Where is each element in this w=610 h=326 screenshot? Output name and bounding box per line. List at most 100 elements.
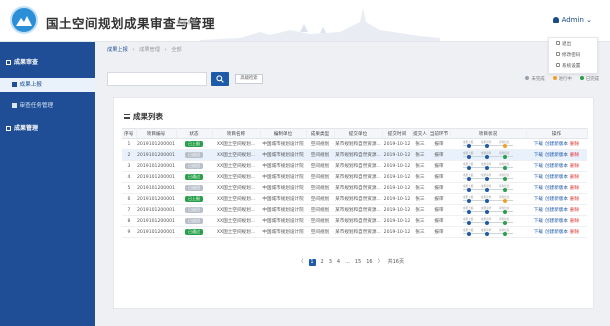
progress-node-icon [467, 220, 471, 225]
progress-node-icon [467, 143, 471, 148]
new-version-link[interactable]: 创建新版本 [545, 208, 568, 213]
breadcrumb-item[interactable]: 成果上报 [107, 47, 128, 53]
page-number[interactable]: 2 [321, 259, 324, 265]
table-row[interactable]: 1 2019101200001 已上报 XX国土空间规划... 中国城市规划设计院 空间规… [122, 138, 587, 150]
column-header: 操作 [526, 128, 588, 139]
new-version-link[interactable]: 创建新版本 [545, 153, 568, 158]
delete-link[interactable]: 删除 [570, 219, 579, 224]
progress-cell: 成果上报 成果审查 审查结论 [450, 204, 526, 216]
legend-item: 未完成 [525, 76, 545, 82]
gear-icon [556, 63, 560, 67]
table-row[interactable]: 6 2019101200001 已上报 XX国土空间规划... 中国城市规划设计院 空间规… [122, 193, 587, 205]
progress-label: 审查结论 [499, 184, 510, 188]
breadcrumb-item[interactable]: 成果管理 [139, 47, 160, 53]
sidebar-group-review[interactable]: 成果审查 [0, 56, 95, 70]
progress-node-icon [485, 176, 489, 181]
new-version-link[interactable]: 创建新版本 [545, 142, 568, 147]
column-header: 项目编号 [136, 128, 177, 139]
submit-date-cell: 2019-10-12 [382, 160, 412, 172]
user-menu[interactable]: Admin ⌄ [552, 16, 592, 24]
pagination: 〈 1 2 3 4... 15 16 〉共16页 [0, 258, 610, 266]
new-version-link[interactable]: 创建新版本 [545, 164, 568, 169]
table-row[interactable]: 5 2019101200001 已退回 XX国土空间规划... 中国城市规划设计院 空间规… [122, 182, 587, 194]
download-link[interactable]: 下载 [534, 153, 543, 158]
download-link[interactable]: 下载 [534, 208, 543, 213]
progress-cell: 成果上报 成果审查 审查结论 [450, 171, 526, 183]
delete-link[interactable]: 删除 [570, 175, 579, 180]
column-header: 状态 [176, 128, 213, 139]
page-number[interactable]: 15 [355, 259, 361, 265]
breadcrumb-item[interactable]: 全部 [171, 47, 181, 53]
page-number[interactable]: 3 [329, 259, 332, 265]
download-link[interactable]: 下载 [534, 197, 543, 202]
progress-node-icon [503, 165, 507, 170]
progress-cell: 成果上报 成果审查 审查结论 [450, 226, 526, 238]
new-version-link[interactable]: 创建新版本 [545, 219, 568, 224]
column-header: 项目状况 [450, 128, 527, 139]
page-number[interactable]: 4 [337, 259, 340, 265]
project-name-cell: XX国土空间规划... [212, 171, 260, 183]
new-version-link[interactable]: 创建新版本 [545, 230, 568, 235]
design-org-cell: 中国城市规划设计院 [260, 138, 306, 150]
breadcrumb: 成果上报 › 成果管理 › 全部 [107, 46, 185, 53]
project-code-cell: 2019101200001 [136, 204, 176, 216]
progress-track: 成果上报 成果审查 审查结论 [461, 184, 515, 192]
progress-track: 成果上报 成果审查 审查结论 [461, 195, 515, 203]
delete-link[interactable]: 删除 [570, 197, 579, 202]
download-link[interactable]: 下载 [534, 175, 543, 180]
new-version-link[interactable]: 创建新版本 [545, 197, 568, 202]
submitter-cell: 张三 [412, 182, 428, 194]
progress-node-icon [485, 220, 489, 225]
new-version-link[interactable]: 创建新版本 [545, 175, 568, 180]
new-version-link[interactable]: 创建新版本 [545, 186, 568, 191]
download-link[interactable]: 下载 [534, 164, 543, 169]
table-row[interactable]: 2 2019101200001 已退回 XX国土空间规划... 中国城市规划设计院 空间规… [122, 149, 587, 161]
table-row[interactable]: 9 2019101200001 已通过 XX国土空间规划... 中国城市规划设计院 空间规… [122, 226, 587, 238]
search-input[interactable] [107, 72, 207, 86]
advanced-search-button[interactable]: 高级检索 [235, 74, 263, 84]
table-row[interactable]: 3 2019101200001 已退回 XX国土空间规划... 中国城市规划设计院 空间规… [122, 160, 587, 172]
dropdown-item-password[interactable]: 修改密码 [549, 50, 597, 61]
submitter-org-cell: 某市规划和自然资源... [334, 204, 382, 216]
sidebar-group-manage[interactable]: 成果管理 [0, 122, 95, 136]
progress-label: 审查结论 [499, 217, 510, 221]
actions-cell: 下载 创建新版本 删除 [526, 138, 587, 150]
dropdown-item-settings[interactable]: 系统设置 [549, 61, 597, 72]
result-type-cell: 空间规划 [306, 160, 334, 172]
page-number[interactable]: 16 [366, 259, 372, 265]
search-button[interactable] [211, 72, 229, 86]
legend-item: 进行中 [552, 76, 572, 82]
download-link[interactable]: 下载 [534, 230, 543, 235]
result-type-cell: 空间规划 [306, 149, 334, 161]
current-stage-cell: 报审 [428, 204, 450, 216]
project-code-cell: 2019101200001 [136, 160, 176, 172]
download-link[interactable]: 下载 [534, 219, 543, 224]
page-number[interactable]: 1 [308, 259, 316, 266]
submitter-cell: 张三 [412, 160, 428, 172]
progress-label: 成果上报 [463, 206, 474, 210]
delete-link[interactable]: 删除 [570, 208, 579, 213]
delete-link[interactable]: 删除 [570, 164, 579, 169]
table-row[interactable]: 4 2019101200001 已通过 XX国土空间规划... 中国城市规划设计院 空间规… [122, 171, 587, 183]
current-stage-cell: 报审 [428, 149, 450, 161]
submitter-cell: 张三 [412, 215, 428, 227]
dropdown-item-logout[interactable]: 退出 [549, 39, 597, 50]
delete-link[interactable]: 删除 [570, 142, 579, 147]
sidebar-item-review-tasks[interactable]: 审查任务管理 [0, 99, 95, 113]
progress-label: 成果上报 [463, 162, 474, 166]
download-link[interactable]: 下载 [534, 142, 543, 147]
report-icon [12, 82, 17, 87]
prev-page-button[interactable]: 〈 [299, 258, 304, 265]
progress-node-icon [503, 220, 507, 225]
next-page-button[interactable]: 〉 [378, 258, 383, 265]
delete-link[interactable]: 删除 [570, 186, 579, 191]
sidebar-item-report[interactable]: 成果上报 [0, 78, 95, 92]
design-org-cell: 中国城市规划设计院 [260, 193, 306, 205]
delete-link[interactable]: 删除 [570, 153, 579, 158]
download-link[interactable]: 下载 [534, 186, 543, 191]
table-row[interactable]: 8 2019101200001 已退回 XX国土空间规划... 中国城市规划设计院 空间规… [122, 215, 587, 227]
delete-link[interactable]: 删除 [570, 230, 579, 235]
submitter-org-cell: 某市规划和自然资源... [334, 193, 382, 205]
submitter-cell: 张三 [412, 226, 428, 238]
table-row[interactable]: 7 2019101200001 已退回 XX国土空间规划... 中国城市规划设计院 空间规… [122, 204, 587, 216]
